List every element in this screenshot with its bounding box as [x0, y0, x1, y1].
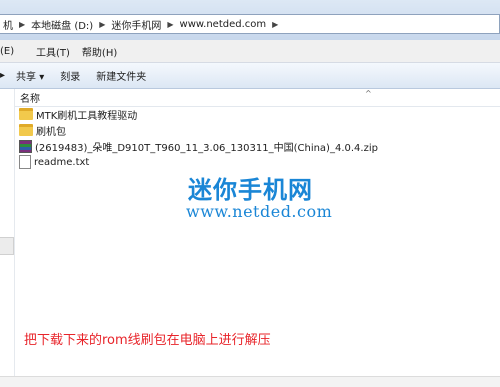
- burn-button[interactable]: 刻录: [52, 68, 88, 83]
- file-name: readme.txt: [34, 156, 90, 168]
- breadcrumb-separator-icon[interactable]: ▶: [16, 20, 28, 29]
- navigation-pane[interactable]: [0, 89, 15, 386]
- menu-edit[interactable]: (E): [0, 46, 30, 57]
- sort-caret-icon: ^: [365, 89, 372, 98]
- folder-icon: [19, 124, 33, 136]
- column-header-row: 名称 ^: [15, 89, 500, 107]
- list-item[interactable]: 刷机包: [19, 122, 499, 138]
- instruction-annotation: 把下载下来的rom线刷包在电脑上进行解压: [24, 333, 271, 348]
- file-name: (2619483)_朵唯_D910T_T960_11_3.06_130311_中…: [35, 142, 378, 154]
- watermark-brand: 迷你手机网: [188, 176, 313, 204]
- organize-arrow-icon[interactable]: ▸: [0, 70, 8, 81]
- breadcrumb-separator-icon[interactable]: ▶: [269, 20, 281, 29]
- address-bar-area: 机 ▶ 本地磁盘 (D:) ▶ 迷你手机网 ▶ www.netded.com ▶: [0, 0, 500, 41]
- command-toolbar: ▸ 共享 ▾ 刻录 新建文件夹: [0, 63, 500, 89]
- list-item[interactable]: readme.txt: [19, 154, 499, 170]
- breadcrumb-current-folder[interactable]: www.netded.com: [177, 19, 270, 30]
- menu-bar: (E) 工具(T) 帮助(H): [0, 40, 500, 63]
- new-folder-button[interactable]: 新建文件夹: [88, 68, 154, 83]
- share-button[interactable]: 共享 ▾: [8, 68, 52, 83]
- breadcrumb-separator-icon[interactable]: ▶: [164, 20, 176, 29]
- list-item[interactable]: MTK刷机工具教程驱动: [19, 106, 499, 122]
- file-name: 刷机包: [36, 126, 66, 138]
- address-bar[interactable]: 机 ▶ 本地磁盘 (D:) ▶ 迷你手机网 ▶ www.netded.com ▶: [0, 14, 500, 34]
- column-header-name[interactable]: 名称: [15, 90, 40, 105]
- menu-help[interactable]: 帮助(H): [76, 44, 123, 59]
- watermark-url: www.netded.com: [186, 202, 333, 221]
- nav-pane-item[interactable]: [0, 237, 14, 255]
- breadcrumb-folder[interactable]: 迷你手机网: [108, 17, 164, 32]
- folder-icon: [19, 108, 33, 120]
- file-name: MTK刷机工具教程驱动: [36, 110, 138, 122]
- file-list: MTK刷机工具教程驱动 刷机包 (2619483)_朵唯_D910T_T960_…: [19, 106, 499, 170]
- breadcrumb-computer[interactable]: 机: [0, 17, 16, 32]
- status-strip: [0, 376, 500, 387]
- zip-archive-icon: [19, 139, 32, 153]
- text-file-icon: [19, 155, 31, 169]
- list-item[interactable]: (2619483)_朵唯_D910T_T960_11_3.06_130311_中…: [19, 138, 499, 154]
- breadcrumb-drive-d[interactable]: 本地磁盘 (D:): [28, 17, 96, 32]
- breadcrumb-separator-icon[interactable]: ▶: [96, 20, 108, 29]
- menu-tools[interactable]: 工具(T): [30, 44, 76, 59]
